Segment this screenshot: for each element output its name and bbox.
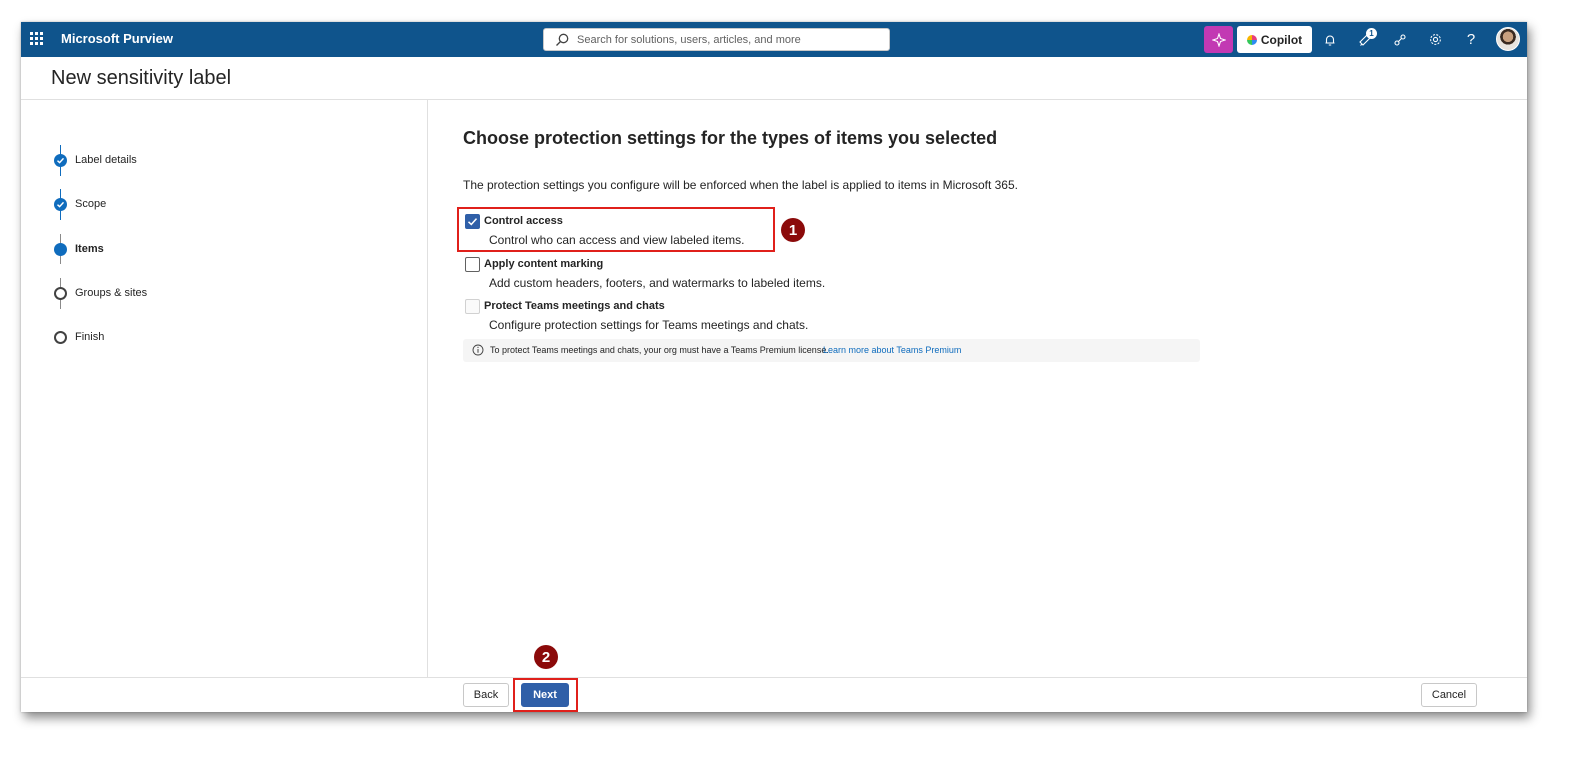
settings-button[interactable]	[1420, 26, 1450, 53]
back-button[interactable]: Back	[463, 683, 509, 707]
top-bar: Microsoft Purview Search for solutions, …	[21, 22, 1527, 57]
step-label: Groups & sites	[75, 287, 148, 299]
checkmark-circle-icon	[54, 197, 67, 211]
callout-badge: 1	[781, 218, 805, 242]
app-title[interactable]: Microsoft Purview	[61, 31, 173, 46]
wizard-stepper: Label details Scope Items Groups & sites…	[21, 100, 428, 677]
step-scope[interactable]: Scope	[54, 196, 106, 212]
step-groups-sites[interactable]: Groups & sites	[54, 285, 147, 301]
page-title: New sensitivity label	[51, 67, 232, 89]
teams-premium-link[interactable]: Learn more about Teams Premium	[823, 345, 961, 355]
avatar[interactable]	[1496, 27, 1520, 51]
step-finish[interactable]: Finish	[54, 329, 104, 345]
info-text: To protect Teams meetings and chats, you…	[490, 345, 829, 355]
wizard-footer: Back Next Cancel	[21, 677, 1527, 712]
search-icon	[556, 33, 569, 46]
notification-badge: 1	[1366, 28, 1377, 39]
info-icon	[472, 344, 484, 356]
step-label: Finish	[75, 331, 105, 343]
help-icon: ?	[1466, 31, 1476, 48]
notifications-button[interactable]	[1315, 26, 1345, 53]
step-label-details[interactable]: Label details	[54, 152, 137, 168]
search-placeholder: Search for solutions, users, articles, a…	[577, 34, 801, 46]
step-label: Items	[75, 243, 104, 255]
section-heading: Choose protection settings for the types…	[463, 128, 998, 148]
checkmark-circle-icon	[54, 153, 67, 167]
step-label: Label details	[75, 154, 137, 166]
step-items[interactable]: Items	[54, 241, 104, 257]
empty-circle-icon	[54, 330, 67, 344]
current-step-icon	[54, 242, 67, 256]
gear-icon	[1429, 34, 1441, 45]
connections-button[interactable]	[1385, 26, 1415, 53]
option-label: Protect Teams meetings and chats	[484, 300, 665, 312]
sparkle-icon	[1211, 32, 1226, 47]
empty-circle-icon	[54, 286, 67, 300]
share-nodes-icon	[1394, 33, 1406, 46]
purview-window: Microsoft Purview Search for solutions, …	[21, 22, 1527, 712]
whats-new-button[interactable]: 1	[1350, 26, 1380, 53]
copilot-icon	[1246, 34, 1257, 45]
security-copilot-button[interactable]	[1204, 26, 1233, 53]
teams-protection-checkbox	[465, 299, 480, 314]
app-launcher-icon[interactable]	[30, 32, 44, 46]
copilot-label: Copilot	[1260, 32, 1303, 47]
option-label: Apply content marking	[484, 258, 604, 270]
cancel-button[interactable]: Cancel	[1421, 683, 1477, 707]
section-description: The protection settings you configure wi…	[463, 178, 1018, 192]
content-marking-checkbox[interactable]	[465, 257, 480, 272]
callout-highlight-box	[457, 207, 775, 252]
help-button[interactable]: ?	[1456, 26, 1486, 53]
copilot-button[interactable]: Copilot	[1237, 26, 1312, 53]
option-description: Add custom headers, footers, and waterma…	[489, 276, 826, 290]
step-label: Scope	[75, 198, 107, 210]
option-description: Configure protection settings for Teams …	[489, 318, 809, 332]
page-header: New sensitivity label	[21, 57, 1527, 100]
callout-badge: 2	[534, 645, 558, 669]
info-message-bar: To protect Teams meetings and chats, you…	[463, 339, 1200, 362]
search-input[interactable]: Search for solutions, users, articles, a…	[543, 28, 890, 51]
bell-icon	[1325, 34, 1335, 46]
callout-highlight-box	[513, 678, 578, 712]
